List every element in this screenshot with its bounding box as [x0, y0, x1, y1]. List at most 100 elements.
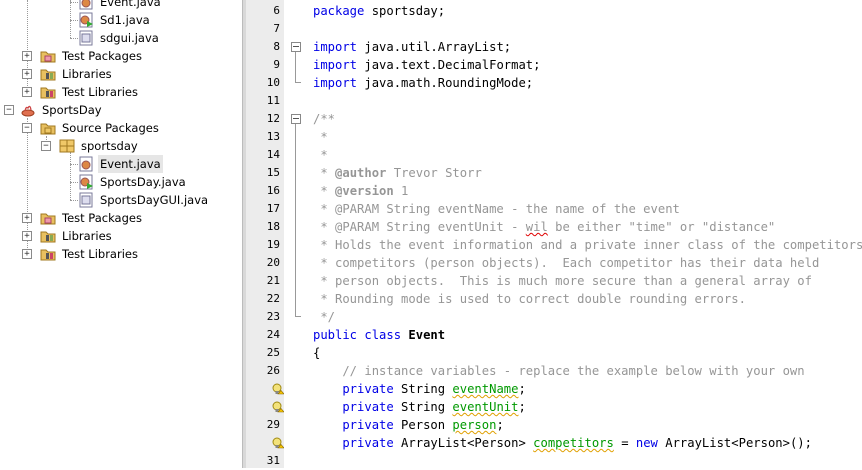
warning-bulb-icon[interactable]: [272, 383, 284, 395]
tree-connector: [70, 20, 78, 21]
tree-connector: [70, 0, 71, 38]
code-line: private ArrayList<Person> competitors = …: [313, 436, 812, 450]
code-line-comment: * @author Trevor Storr: [313, 166, 482, 180]
line-number: 31: [266, 454, 280, 467]
tree-connector: [70, 164, 78, 165]
code-line-comment: *: [313, 130, 328, 144]
test-libraries-icon: [40, 249, 56, 261]
tree-connector: [70, 38, 78, 39]
line-number: 10: [266, 76, 280, 89]
code-line: import java.text.DecimalFormat;: [313, 58, 541, 72]
spelling-error: wil: [525, 220, 548, 234]
collapse-icon[interactable]: −: [22, 123, 32, 133]
java-project-icon: [21, 105, 35, 117]
tree-connector: [70, 182, 78, 183]
tree-node-label: sdgui.java: [100, 31, 159, 45]
java-main-class-icon: [79, 174, 93, 190]
test-packages-folder-icon: [40, 51, 56, 63]
java-main-class-icon: [79, 12, 93, 28]
line-number: 11: [266, 94, 280, 107]
code-line: private String eventUnit;: [313, 400, 526, 414]
code-line-comment: * Holds the event information and a priv…: [313, 238, 862, 252]
code-line-comment: *: [313, 148, 328, 162]
tree-node-label: Libraries: [62, 229, 112, 243]
tree-node-label: Sd1.java: [100, 13, 150, 27]
code-line-comment: /**: [313, 112, 336, 126]
tree-node-label: Source Packages: [62, 121, 159, 135]
tree-connector: [70, 2, 78, 3]
code-line-comment: * person objects. This is much more secu…: [313, 274, 812, 288]
code-line-comment: */: [313, 310, 336, 324]
tree-node-label: SportsDayGUI.java: [100, 193, 209, 207]
fold-collapse-icon[interactable]: [291, 114, 301, 124]
tree-node-label: Test Packages: [62, 211, 142, 225]
line-number: 16: [266, 184, 280, 197]
expand-icon[interactable]: +: [22, 249, 32, 259]
expand-icon[interactable]: +: [22, 51, 32, 61]
code-line-comment: // instance variables - replace the exam…: [313, 364, 805, 378]
package-icon: [59, 139, 75, 153]
java-class-icon: [79, 0, 93, 10]
line-number: 15: [266, 166, 280, 179]
code-line: private String eventName;: [313, 382, 526, 396]
code-line: private Person person;: [313, 418, 504, 432]
line-number: 23: [266, 310, 280, 323]
line-number: 9: [273, 58, 280, 71]
warning-bulb-icon[interactable]: [272, 401, 284, 413]
line-number: 24: [266, 328, 280, 341]
fold-guide: [295, 82, 301, 83]
code-line-comment: * @version 1: [313, 184, 409, 198]
tree-node-label: Libraries: [62, 67, 112, 81]
line-number: 6: [273, 4, 280, 17]
java-form-icon: [79, 30, 93, 46]
code-line: import java.util.ArrayList;: [313, 40, 512, 54]
fold-guide: [295, 316, 301, 317]
tree-connector: [70, 152, 71, 200]
test-packages-folder-icon: [40, 213, 56, 225]
code-line: public class Event: [313, 328, 446, 342]
fold-guide: [295, 124, 296, 316]
line-number: 26: [266, 364, 280, 377]
tree-node-label: Test Libraries: [62, 85, 138, 99]
code-line-comment: * Rounding mode is used to correct doubl…: [313, 292, 746, 306]
line-number: 13: [266, 130, 280, 143]
expand-icon[interactable]: +: [22, 69, 32, 79]
line-number: 25: [266, 346, 280, 359]
line-number: 21: [266, 274, 280, 287]
line-number-gutter[interactable]: 6 7 8 9 10 11 12 13 14 15 16 17 18 19 20…: [246, 0, 285, 468]
tree-node-label: Test Libraries: [62, 247, 138, 261]
line-number: 7: [273, 22, 280, 35]
code-line-comment: * competitors (person objects). Each com…: [313, 256, 820, 270]
line-number: 14: [266, 148, 280, 161]
line-number: 19: [266, 238, 280, 251]
line-number: 17: [266, 202, 280, 215]
tree-node-label: sportsday: [81, 139, 138, 153]
collapse-icon[interactable]: −: [41, 141, 51, 151]
source-packages-folder-icon: [40, 123, 56, 135]
line-number: 29: [266, 418, 280, 431]
code-fold-column[interactable]: [284, 0, 304, 468]
test-libraries-icon: [40, 87, 56, 99]
warning-bulb-icon[interactable]: [272, 437, 284, 449]
code-line-comment: * @PARAM String eventName - the name of …: [313, 202, 680, 216]
line-number: 18: [266, 220, 280, 233]
code-editor[interactable]: package sportsday; import java.util.Arra…: [313, 0, 862, 468]
line-number: 20: [266, 256, 280, 269]
tree-node-label: Event.java: [98, 155, 163, 173]
collapse-icon[interactable]: −: [4, 105, 14, 115]
tree-connector: [70, 200, 78, 201]
code-line: {: [313, 346, 321, 360]
tree-node-label: SportsDay.java: [100, 175, 186, 189]
tree-node-label: Test Packages: [62, 49, 142, 63]
tree-node-label: SportsDay: [42, 103, 102, 117]
java-form-icon: [79, 192, 93, 208]
libraries-icon: [40, 69, 56, 81]
fold-collapse-icon[interactable]: [291, 42, 301, 52]
expand-icon[interactable]: +: [22, 231, 32, 241]
expand-icon[interactable]: +: [22, 87, 32, 97]
code-line-comment: * @PARAM String eventUnit - wil be eithe…: [313, 220, 776, 234]
line-number: 8: [273, 40, 280, 53]
expand-icon[interactable]: +: [22, 213, 32, 223]
libraries-icon: [40, 231, 56, 243]
project-tree[interactable]: Event.java Sd1.java sdgui.java + Test Pa…: [0, 0, 242, 468]
